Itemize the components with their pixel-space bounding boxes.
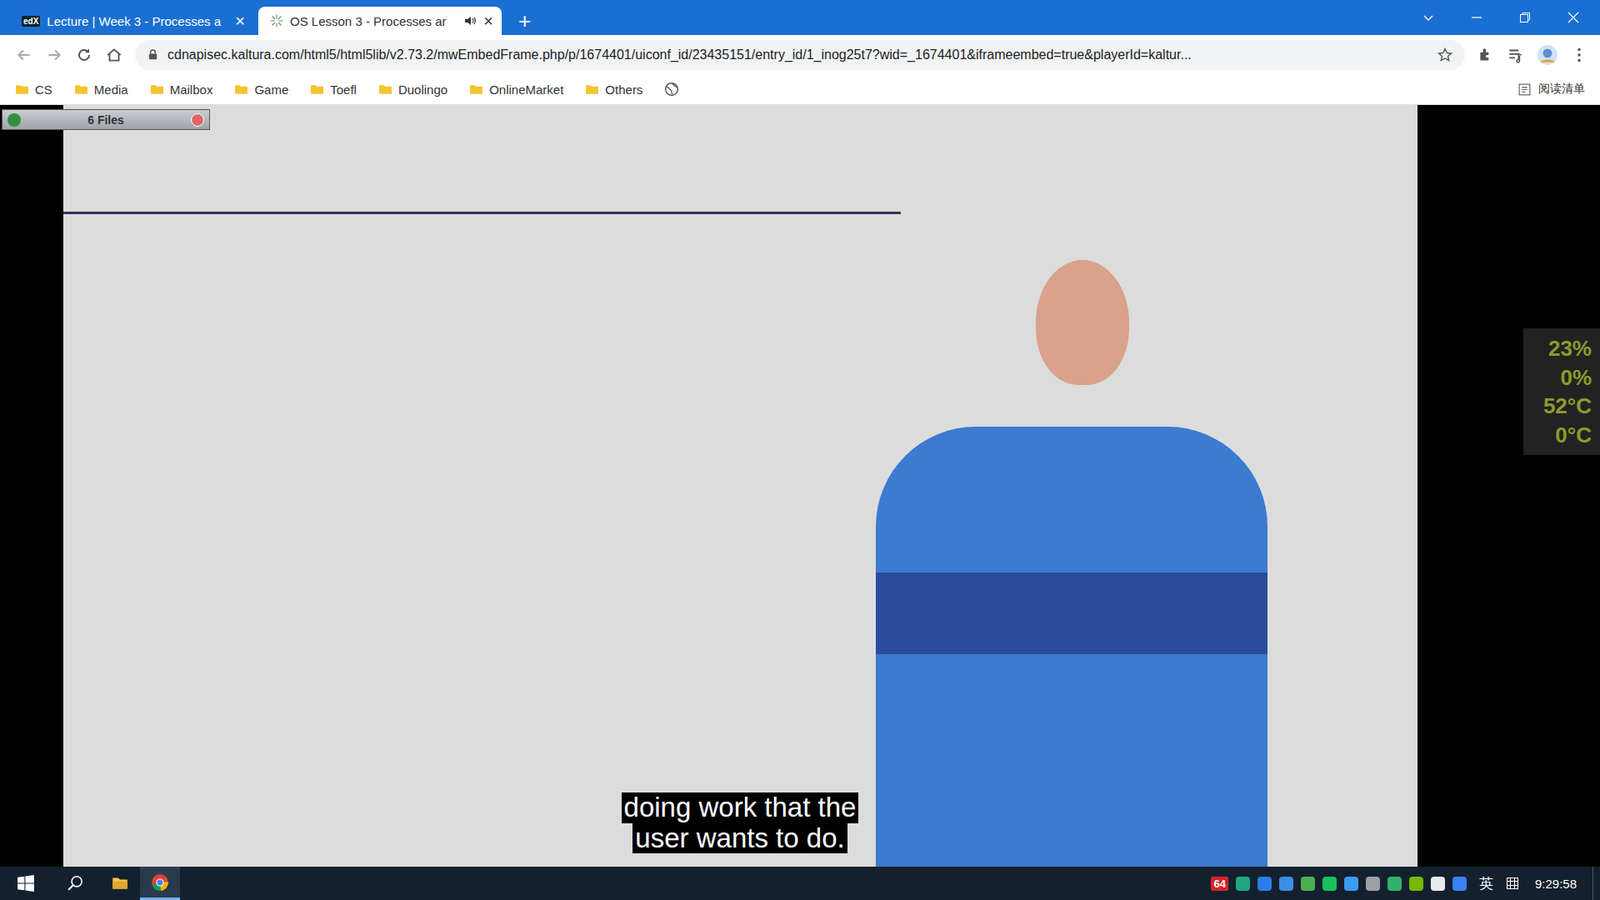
files-widget[interactable]: 6 Files: [1, 109, 210, 130]
tray-app-icon[interactable]: [1300, 876, 1315, 891]
clock[interactable]: 9:29:58: [1526, 876, 1585, 891]
video-frame-slide: [63, 211, 901, 215]
monitor-reading: 0°C: [1555, 423, 1592, 448]
reload-icon[interactable]: [75, 45, 94, 65]
tray-app-icon[interactable]: [1430, 876, 1445, 891]
caption-line: doing work that the: [621, 792, 860, 823]
address-bar[interactable]: cdnapisec.kaltura.com/html5/html5lib/v2.…: [135, 40, 1465, 70]
files-count: 6 Files: [27, 113, 185, 127]
folder-icon: [585, 82, 600, 97]
profile-avatar-icon[interactable]: [1536, 44, 1559, 66]
keyboard-grid-icon[interactable]: [1505, 876, 1520, 890]
folder-icon: [469, 82, 484, 97]
tray-app-icon[interactable]: [1257, 876, 1272, 891]
app-logo-icon: [7, 113, 21, 127]
tray-app-icon[interactable]: [1452, 876, 1467, 891]
show-desktop-button[interactable]: [1592, 866, 1597, 900]
url-text: cdnapisec.kaltura.com/html5/html5lib/v2.…: [167, 47, 1429, 63]
browser-tab[interactable]: OS Lesson 3 - Processes ar ×: [258, 6, 502, 35]
taskbar: 64 英 9:29:58: [0, 866, 1600, 900]
bookmark-label: Duolingo: [398, 82, 448, 97]
globe-icon[interactable]: [664, 81, 680, 97]
bookmark-label: Others: [605, 82, 643, 97]
tab-close-button[interactable]: ×: [235, 12, 245, 30]
bookmark-folder[interactable]: Toefl: [310, 82, 357, 97]
search-icon[interactable]: [51, 874, 100, 893]
bookmark-label: CS: [35, 82, 53, 97]
taskbar-app[interactable]: [140, 866, 180, 900]
home-icon[interactable]: [105, 45, 124, 65]
bookmark-folder[interactable]: Others: [585, 82, 643, 97]
input-method[interactable]: 英: [1474, 874, 1499, 894]
reading-list-icon: [1517, 82, 1532, 97]
bookmark-label: Toefl: [330, 82, 357, 97]
folder-icon: [74, 82, 89, 97]
forward-icon[interactable]: [45, 45, 64, 65]
bookmark-label: Media: [94, 82, 129, 97]
monitor-reading: 23%: [1548, 336, 1592, 361]
bookmark-folder[interactable]: Mailbox: [150, 82, 214, 97]
folder-icon: [234, 82, 249, 97]
edx-favicon-icon: edX: [21, 15, 40, 27]
toolbar: cdnapisec.kaltura.com/html5/html5lib/v2.…: [0, 35, 1600, 75]
tray-app-icon[interactable]: [1387, 876, 1402, 891]
menu-icon[interactable]: [1570, 45, 1589, 65]
close-window-icon[interactable]: [1566, 10, 1580, 25]
browser-tab[interactable]: edX Lecture | Week 3 - Processes a ×: [10, 6, 254, 35]
video-frame-lecturer: [875, 260, 1276, 867]
tray-app-icon[interactable]: [1235, 876, 1250, 891]
bookmark-folder[interactable]: Game: [234, 82, 289, 97]
tab-title: Lecture | Week 3 - Processes a: [46, 14, 229, 29]
screen: edXLecture | Week 3 - Processes a×OS Les…: [0, 0, 1600, 900]
tray-app-icon[interactable]: [1409, 876, 1424, 891]
system-monitor-widget: 23% 0% 52°C 0°C: [1523, 328, 1600, 455]
tray-badge[interactable]: 64: [1210, 876, 1228, 891]
lock-icon[interactable]: [146, 48, 160, 61]
folder-icon: [310, 82, 325, 97]
close-icon[interactable]: [190, 113, 205, 127]
tray-app-icon[interactable]: [1322, 876, 1337, 891]
kaltura-favicon-icon: [270, 14, 284, 28]
media-control-icon[interactable]: [1506, 45, 1525, 65]
bookmark-folder[interactable]: Duolingo: [378, 82, 448, 97]
bookmark-folder[interactable]: CS: [15, 82, 53, 97]
file-explorer-icon: [110, 874, 130, 893]
bookmark-label: OnlineMarket: [489, 82, 564, 97]
window-controls: [1421, 0, 1600, 35]
taskbar-app[interactable]: [100, 866, 140, 900]
reading-list-label: 阅读清单: [1538, 81, 1585, 97]
tab-search-icon[interactable]: [1421, 10, 1435, 25]
folder-icon: [15, 82, 30, 97]
minimize-icon[interactable]: [1470, 10, 1484, 25]
page-content: doing work that theuser wants to do.: [0, 105, 1600, 867]
extensions-icon[interactable]: [1476, 45, 1495, 65]
bookmark-star-icon[interactable]: [1436, 46, 1454, 64]
tab-strip: edXLecture | Week 3 - Processes a×OS Les…: [0, 0, 1600, 35]
tab-title: OS Lesson 3 - Processes ar: [290, 14, 457, 29]
bookmarks-bar: CS Media Mailbox Game Toefl Duolingo OnlineMar…: [0, 74, 1600, 105]
monitor-reading: 52°C: [1543, 394, 1592, 419]
tray-app-icon[interactable]: [1365, 876, 1380, 891]
back-icon[interactable]: [15, 45, 34, 65]
tray-app-icon[interactable]: [1344, 876, 1359, 891]
bookmark-folder[interactable]: Media: [74, 82, 129, 97]
windows-start-icon[interactable]: [0, 874, 52, 893]
bookmark-label: Mailbox: [170, 82, 214, 97]
caption-line: user wants to do.: [632, 823, 847, 854]
video-player[interactable]: doing work that theuser wants to do.: [63, 105, 1418, 867]
new-tab-button[interactable]: +: [506, 10, 543, 35]
tab-close-button[interactable]: ×: [483, 12, 494, 30]
reading-list-button[interactable]: 阅读清单: [1517, 81, 1585, 97]
speaker-icon[interactable]: [463, 14, 477, 28]
bookmark-folder[interactable]: OnlineMarket: [469, 82, 564, 97]
bookmark-label: Game: [254, 82, 289, 97]
monitor-reading: 0%: [1560, 365, 1592, 390]
folder-icon: [378, 82, 393, 97]
restore-icon[interactable]: [1518, 10, 1532, 25]
tray-app-icon[interactable]: [1279, 876, 1294, 891]
captions: doing work that theuser wants to do.: [63, 792, 1418, 854]
system-tray: 64 英 9:29:58: [1210, 866, 1600, 900]
chrome-icon: [150, 873, 170, 892]
folder-icon: [150, 82, 165, 97]
